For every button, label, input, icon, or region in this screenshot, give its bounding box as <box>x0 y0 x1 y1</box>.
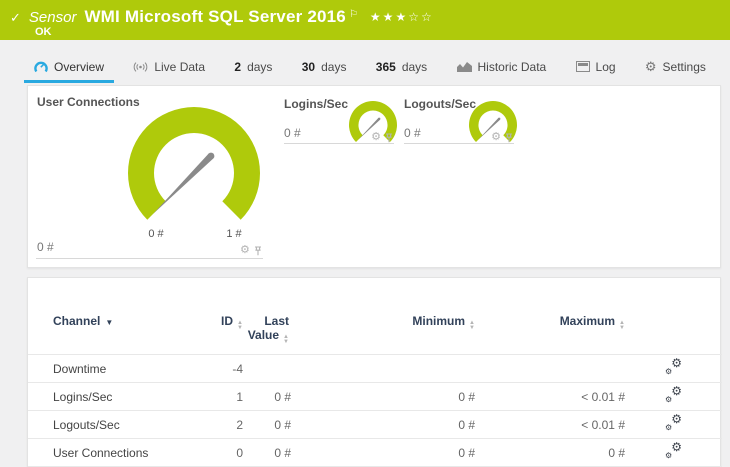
tab-overview-label: Overview <box>54 59 105 74</box>
tab-365-days[interactable]: 365 days <box>366 53 437 83</box>
tab-overview[interactable]: Overview <box>24 53 115 83</box>
log-panel-icon <box>575 61 590 72</box>
channel-gear-icon[interactable]: ⚙ <box>240 245 250 256</box>
channel-name: User Connections <box>28 438 188 467</box>
channel-name: Logouts/Sec <box>28 410 188 439</box>
gauges-panel: User Connections 0 # 1 # 0 # ⚙ Logins/Se… <box>27 85 721 268</box>
channel-minimum <box>291 354 475 383</box>
tab-30-days-unit: days <box>321 59 347 74</box>
column-header-maximum[interactable]: Maximum ▲ ▼ <box>475 278 625 355</box>
gauge-scale-max: 1 # <box>226 228 242 240</box>
channel-id: 0 <box>188 438 243 467</box>
column-header-last-value[interactable]: Last Value ▲ ▼ <box>243 278 291 355</box>
table-row-logins: Logins/Sec 1 0 # 0 # < 0.01 # ⚙ ⚙ <box>28 382 722 411</box>
tab-live-data-label: Live Data <box>154 59 206 74</box>
sort-icon: ▲ ▼ <box>237 320 243 331</box>
user-connections-gauge-dial <box>128 107 260 220</box>
tab-2-days[interactable]: 2 days <box>224 53 282 83</box>
channel-id: 1 <box>188 382 243 411</box>
user-connections-gauge-actions: ⚙ <box>240 245 262 256</box>
gauge-title-user-connections: User Connections <box>37 95 140 109</box>
pin-icon[interactable] <box>505 133 513 143</box>
channel-last-value: 0 # <box>243 382 291 411</box>
channel-gear-icon[interactable]: ⚙ <box>371 132 381 143</box>
tab-historic-data-label: Historic Data <box>477 59 547 74</box>
channel-maximum: < 0.01 # <box>475 410 625 439</box>
divider <box>36 258 263 259</box>
pin-icon[interactable] <box>254 246 262 256</box>
tab-2-days-unit: days <box>247 59 273 74</box>
tab-365-days-number: 365 <box>375 59 396 74</box>
channel-maximum: < 0.01 # <box>475 382 625 411</box>
sort-desc-icon: ▼ <box>105 318 114 327</box>
sort-icon: ▲ ▼ <box>469 320 475 331</box>
channel-id: -4 <box>188 354 243 383</box>
channel-name: Logins/Sec <box>28 382 188 411</box>
tab-30-days-number: 30 <box>301 59 316 74</box>
column-header-actions <box>625 278 722 355</box>
tab-365-days-unit: days <box>401 59 428 74</box>
tab-log-label: Log <box>595 59 616 74</box>
channels-panel: Channel ▼ ID ▲ ▼ Last Value ▲ ▼ Minimum ▲ ▼ Max… <box>27 277 722 467</box>
channel-name: Downtime <box>28 354 188 383</box>
logins-current-value: 0 # <box>284 126 301 140</box>
table-row-user-connections: User Connections 0 0 # 0 # 0 # ⚙ ⚙ <box>28 438 722 467</box>
gauge-scale-min: 0 # <box>148 228 164 240</box>
pin-icon[interactable] <box>385 133 393 143</box>
gauge-title-logins: Logins/Sec <box>284 97 349 111</box>
tab-settings-label: Settings <box>662 59 706 74</box>
tab-historic-data[interactable]: Historic Data <box>447 53 557 83</box>
gauge-block-logouts: Logouts/Sec 0 # ⚙ <box>404 97 517 144</box>
channel-last-value: 0 # <box>243 438 291 467</box>
gauge-block-logins: Logins/Sec 0 # ⚙ <box>284 97 397 144</box>
tab-bar: Overview Live Data 2 days 30 days 365 da… <box>0 53 730 83</box>
channel-settings-gears-icon[interactable]: ⚙ ⚙ <box>665 441 682 460</box>
table-row-downtime: Downtime -4 ⚙ ⚙ <box>28 354 722 383</box>
channels-table: Channel ▼ ID ▲ ▼ Last Value ▲ ▼ Minimum ▲ ▼ Max… <box>28 278 722 467</box>
sensor-title: WMI Microsoft SQL Server 2016 <box>84 7 346 26</box>
gauge-title-logouts: Logouts/Sec <box>404 97 477 111</box>
flag-icon[interactable]: ⚐ <box>349 9 358 20</box>
settings-gear-icon: ⚙ <box>644 59 657 74</box>
channel-maximum <box>475 354 625 383</box>
column-header-minimum[interactable]: Minimum ▲ ▼ <box>291 278 475 355</box>
channel-minimum: 0 # <box>291 410 475 439</box>
live-signal-icon <box>134 61 148 72</box>
sort-icon: ▲ ▼ <box>619 320 625 331</box>
column-header-channel[interactable]: Channel ▼ <box>28 278 188 355</box>
logouts-gauge-actions: ⚙ <box>491 132 513 143</box>
user-connections-current-value: 0 # <box>37 240 54 254</box>
channel-minimum: 0 # <box>291 382 475 411</box>
logouts-current-value: 0 # <box>404 126 421 140</box>
column-header-id[interactable]: ID ▲ ▼ <box>188 278 243 355</box>
sensor-header: ✓ Sensor WMI Microsoft SQL Server 2016 ⚐… <box>0 0 730 40</box>
channel-settings-gears-icon[interactable]: ⚙ ⚙ <box>665 357 682 376</box>
area-chart-icon <box>456 62 472 72</box>
sensor-header-line: ✓ Sensor WMI Microsoft SQL Server 2016 ⚐… <box>0 0 730 27</box>
channel-last-value <box>243 354 291 383</box>
sensor-kind-label: Sensor <box>28 9 77 26</box>
sort-icon: ▲ ▼ <box>283 334 289 345</box>
tab-live-data[interactable]: Live Data <box>123 53 215 83</box>
status-ok-check-icon: ✓ <box>10 10 21 25</box>
tab-30-days[interactable]: 30 days <box>292 53 357 83</box>
channel-settings-gears-icon[interactable]: ⚙ ⚙ <box>665 385 682 404</box>
channel-settings-gears-icon[interactable]: ⚙ ⚙ <box>665 413 682 432</box>
table-header-row: Channel ▼ ID ▲ ▼ Last Value ▲ ▼ Minimum ▲ ▼ Max… <box>28 278 722 355</box>
tab-log[interactable]: Log <box>566 53 626 83</box>
tab-settings[interactable]: ⚙ Settings <box>635 53 716 83</box>
channel-maximum: 0 # <box>475 438 625 467</box>
priority-stars[interactable]: ★★★☆☆ <box>370 10 434 24</box>
table-row-logouts: Logouts/Sec 2 0 # 0 # < 0.01 # ⚙ ⚙ <box>28 410 722 439</box>
channel-minimum: 0 # <box>291 438 475 467</box>
tab-2-days-number: 2 <box>234 59 242 74</box>
channel-gear-icon[interactable]: ⚙ <box>491 132 501 143</box>
sensor-status-badge: OK <box>35 26 52 38</box>
gauge-icon <box>34 61 48 73</box>
channel-id: 2 <box>188 410 243 439</box>
logins-gauge-actions: ⚙ <box>371 132 393 143</box>
channel-last-value: 0 # <box>243 410 291 439</box>
